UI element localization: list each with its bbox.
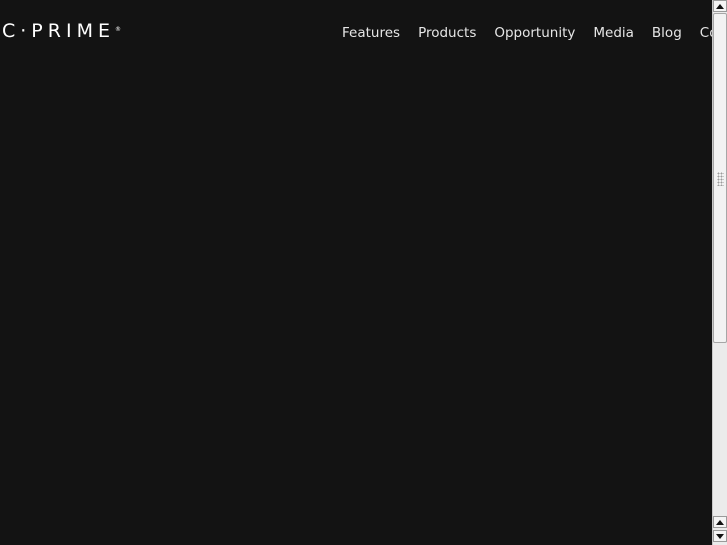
nav-link-media[interactable]: Media	[593, 24, 634, 42]
scroll-down-button[interactable]	[713, 530, 727, 542]
scrollbar-thumb[interactable]	[713, 13, 727, 343]
registered-mark: ®	[114, 26, 121, 33]
triangle-up-icon	[716, 519, 724, 525]
main-nav: Features Products Opportunity Media Blog…	[342, 24, 712, 42]
nav-link-connect[interactable]: Connect	[700, 24, 712, 42]
nav-link-products[interactable]: Products	[418, 24, 476, 42]
triangle-down-icon	[716, 533, 724, 539]
page-viewport: C·PRIME® Features Products Opportunity M…	[0, 0, 712, 545]
logo-text: C·PRIME	[2, 20, 115, 42]
scroll-up-button-lower[interactable]	[713, 516, 727, 528]
nav-link-opportunity[interactable]: Opportunity	[494, 24, 575, 42]
nav-link-blog[interactable]: Blog	[652, 24, 682, 42]
vertical-scrollbar[interactable]	[712, 0, 727, 545]
scroll-up-button[interactable]	[713, 0, 727, 12]
brand-logo[interactable]: C·PRIME®	[2, 21, 121, 41]
grip-icon	[717, 172, 724, 186]
triangle-up-icon	[716, 3, 724, 9]
nav-link-features[interactable]: Features	[342, 24, 400, 42]
